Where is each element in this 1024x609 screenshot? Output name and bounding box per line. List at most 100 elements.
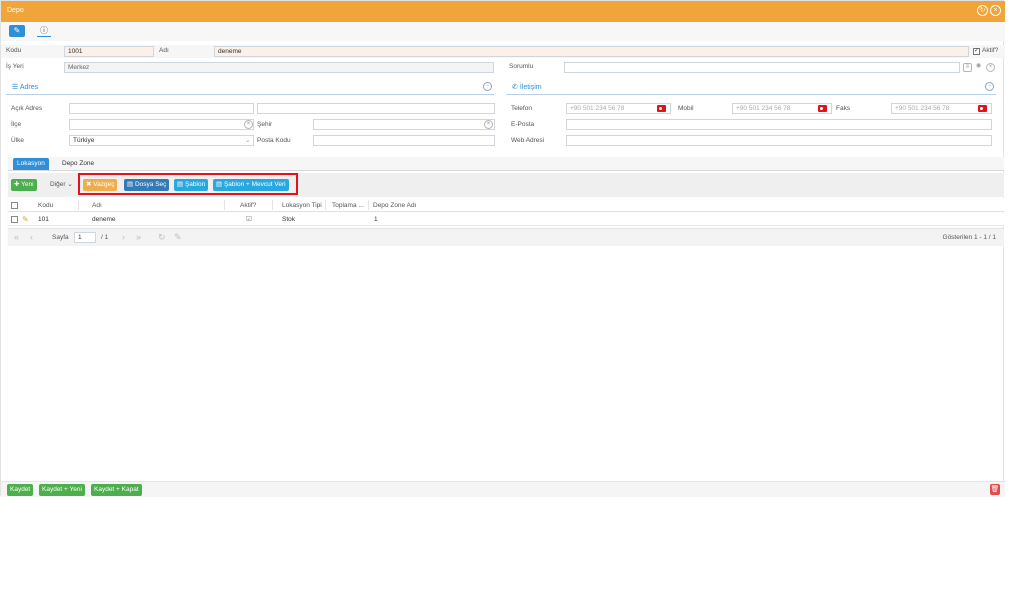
col-adi[interactable]: Adı xyxy=(92,202,102,209)
sehir-field[interactable] xyxy=(313,119,495,130)
row-checkbox[interactable] xyxy=(11,216,18,223)
kaydet-button[interactable]: Kaydet xyxy=(7,484,34,496)
acik-adres-label: Açık Adres xyxy=(11,105,43,112)
kaydet-yeni-button[interactable]: Kaydet + Yeni xyxy=(39,484,85,496)
grid-header: Kodu Adı Aktif? Lokasyon Tipi Toplama ..… xyxy=(8,198,1004,212)
highlight-box xyxy=(78,173,298,195)
sehir-label: Şehir xyxy=(257,121,273,128)
tab-lokasyon[interactable]: Lokasyon xyxy=(13,158,49,170)
col-aktif[interactable]: Aktif? xyxy=(240,202,256,209)
edit-icon[interactable]: ✎ xyxy=(9,25,25,37)
close-icon[interactable]: × xyxy=(990,5,1001,16)
mobil-field[interactable]: +90 501 234 56 78 xyxy=(732,103,832,114)
yeni-button[interactable]: ✚ Yeni xyxy=(11,179,37,191)
col-toplama[interactable]: Toplama ... xyxy=(332,202,364,209)
acik-adres-field-1[interactable] xyxy=(69,103,254,114)
telefon-label: Telefon xyxy=(511,105,532,112)
col-kodu[interactable]: Kodu xyxy=(38,202,53,209)
turkey-flag-icon[interactable] xyxy=(818,105,827,112)
chevron-down-icon[interactable]: ⌄ xyxy=(245,136,250,144)
eye-icon[interactable]: ◉ xyxy=(974,63,983,72)
cell-toplama: 1 xyxy=(374,216,378,223)
depo-window: Depo ↻ × ✎ ⓘ Kodu 1001 Adı deneme ✓ Akti… xyxy=(0,0,1005,497)
select-all-checkbox[interactable] xyxy=(11,202,18,209)
plus-icon: ✚ xyxy=(14,181,20,188)
aktif-label: Aktif? xyxy=(982,47,999,54)
clear-ilce-icon[interactable]: × xyxy=(244,120,253,129)
tab-strip xyxy=(8,157,1004,171)
col-divider xyxy=(325,200,326,210)
cell-kodu: 101 xyxy=(38,216,49,223)
collapse-adres-icon[interactable]: − xyxy=(483,82,492,91)
telefon-field[interactable]: +90 501 234 56 78 xyxy=(566,103,671,114)
window-title: Depo xyxy=(7,7,24,14)
sorumlu-label: Sorumlu xyxy=(509,63,534,70)
iletisim-section-header: ✆ İletişim − xyxy=(506,81,996,95)
delete-icon[interactable]: 🗑 xyxy=(990,484,1000,495)
list-icon[interactable]: ≡ xyxy=(963,63,972,72)
adres-icon: ☰ xyxy=(12,84,19,91)
kodu-field[interactable]: 1001 xyxy=(64,46,154,57)
tab-depo-zone[interactable]: Depo Zone xyxy=(58,158,98,170)
yeni-label: Yeni xyxy=(21,181,34,188)
mobil-label: Mobil xyxy=(678,105,694,112)
col-divider xyxy=(78,200,79,210)
refresh-icon[interactable]: ↻ xyxy=(977,5,988,16)
aktif-checkbox[interactable]: ✓ xyxy=(973,48,980,55)
refresh-icon[interactable]: ↻ xyxy=(158,232,166,243)
ilce-field[interactable] xyxy=(69,119,254,130)
cell-lokasyon-tipi: Stok xyxy=(282,216,296,223)
cell-adi: deneme xyxy=(92,216,116,223)
col-divider xyxy=(224,200,225,210)
eraser-icon[interactable]: ✎ xyxy=(174,232,182,243)
first-page-icon[interactable]: « xyxy=(14,232,19,242)
turkey-flag-icon[interactable] xyxy=(978,105,987,112)
chevron-down-icon: ⌄ xyxy=(67,181,73,188)
collapse-iletisim-icon[interactable]: − xyxy=(985,82,994,91)
posta-kodu-field[interactable] xyxy=(313,135,495,146)
diger-dropdown[interactable]: Diğer ⌄ xyxy=(47,179,76,191)
footer-bar: Kaydet Kaydet + Yeni Kaydet + Kapat 🗑 xyxy=(1,481,1005,497)
diger-label: Diğer xyxy=(50,181,66,188)
cell-aktif-check-icon: ☑ xyxy=(246,216,252,223)
pager: « ‹ Sayfa 1 / 1 › » ↻ ✎ Gösterilen 1 - 1… xyxy=(8,228,1004,246)
eposta-field[interactable] xyxy=(566,119,992,130)
ilce-label: İlçe xyxy=(11,121,22,128)
form-toolbar: ✎ ⓘ xyxy=(1,22,1005,41)
prev-page-icon[interactable]: ‹ xyxy=(30,232,33,242)
col-divider xyxy=(368,200,369,210)
isyeri-label: İş Yeri xyxy=(6,63,24,70)
col-divider xyxy=(272,200,273,210)
faks-field[interactable]: +90 501 234 56 78 xyxy=(891,103,992,114)
turkey-flag-icon[interactable] xyxy=(657,105,666,112)
page-input[interactable]: 1 xyxy=(74,232,96,243)
page-total: / 1 xyxy=(101,234,109,241)
faks-label: Faks xyxy=(836,105,851,112)
last-page-icon[interactable]: » xyxy=(136,232,141,242)
clear-icon[interactable]: × xyxy=(986,63,995,72)
pager-summary: Gösterilen 1 - 1 / 1 xyxy=(942,234,996,241)
eposta-label: E-Posta xyxy=(511,121,535,128)
web-field[interactable] xyxy=(566,135,992,146)
next-page-icon[interactable]: › xyxy=(122,232,125,242)
iletisim-section-title: ✆ İletişim xyxy=(512,83,542,91)
ulke-label: Ülke xyxy=(11,137,25,144)
sayfa-label: Sayfa xyxy=(52,234,69,241)
title-bar: Depo ↻ × xyxy=(1,1,1005,22)
table-row[interactable]: ✎ 101 deneme ☑ Stok 1 xyxy=(8,213,1004,226)
col-lokasyon-tipi[interactable]: Lokasyon Tipi xyxy=(282,202,322,209)
isyeri-field[interactable]: Merkez xyxy=(64,62,494,73)
kaydet-kapat-button[interactable]: Kaydet + Kapat xyxy=(91,484,142,496)
clear-sehir-icon[interactable]: × xyxy=(484,120,493,129)
ulke-select[interactable]: Türkiye xyxy=(69,135,254,146)
info-icon[interactable]: ⓘ xyxy=(37,25,51,37)
adres-section-header: ☰ Adres − xyxy=(6,81,494,95)
edit-row-icon[interactable]: ✎ xyxy=(22,215,29,224)
col-depo-zone-adi[interactable]: Depo Zone Adı xyxy=(373,202,416,209)
adres-section-title: ☰ Adres xyxy=(12,83,38,91)
acik-adres-field-2[interactable] xyxy=(257,103,495,114)
adi-field[interactable]: deneme xyxy=(214,46,969,57)
adi-label: Adı xyxy=(159,47,169,54)
sorumlu-field[interactable] xyxy=(564,62,960,73)
web-label: Web Adresi xyxy=(511,137,545,144)
